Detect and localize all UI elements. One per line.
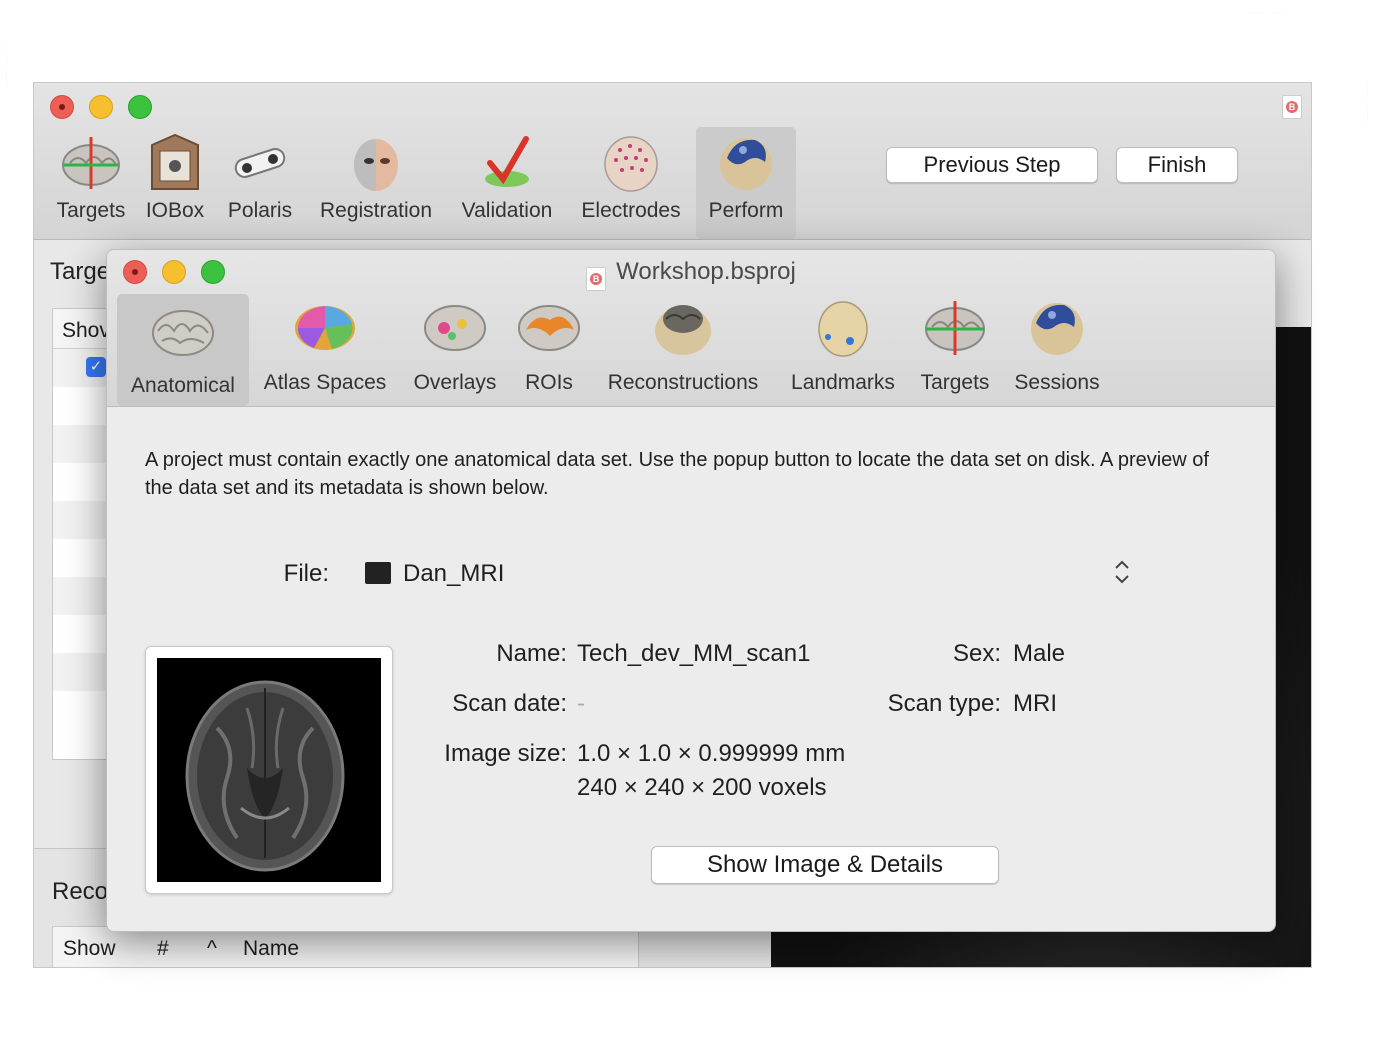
targets-brain-icon	[60, 131, 122, 195]
window-title-text: Workshop.bsproj	[616, 258, 796, 285]
back-toolbar: B Targets IOBox Polaris Registration Val…	[34, 83, 1311, 240]
tab-targets-label: Targets	[920, 371, 990, 394]
document-proxy-icon: B	[1282, 95, 1302, 119]
toolbar-iobox[interactable]: IOBox	[140, 131, 210, 223]
zoom-window-button[interactable]	[128, 95, 152, 119]
document-icon: B	[586, 267, 607, 291]
toolbar-registration-label: Registration	[319, 199, 433, 222]
dataset-file-icon	[365, 562, 391, 584]
anatomical-description: A project must contain exactly one anato…	[145, 449, 1209, 499]
tab-overlays[interactable]: Overlays	[405, 295, 505, 395]
project-toolbar: B Workshop.bsproj Anatomical Atlas Spaces…	[107, 250, 1275, 407]
image-size-value: 1.0 × 1.0 × 0.999999 mm	[577, 740, 846, 767]
toolbar-perform[interactable]: Perform	[696, 127, 796, 239]
name-value: Tech_dev_MM_scan1	[577, 640, 811, 667]
toolbar-registration[interactable]: Registration	[312, 131, 440, 223]
toolbar-polaris[interactable]: Polaris	[220, 131, 300, 223]
popup-chevron-icon	[1111, 556, 1133, 588]
recordings-section-label: Reco	[52, 878, 109, 905]
finish-button[interactable]: Finish	[1116, 147, 1238, 183]
image-size-label: Image size:	[444, 740, 567, 767]
previous-step-button[interactable]: Previous Step	[886, 147, 1098, 183]
show-column-header[interactable]: Show	[63, 937, 116, 961]
file-popup-button[interactable]: Dan_MRI	[363, 550, 1133, 596]
file-popup-value: Dan_MRI	[403, 560, 505, 587]
toolbar-targets[interactable]: Targets	[52, 131, 130, 223]
tab-anatomical-label: Anatomical	[131, 374, 235, 397]
tab-anatomical[interactable]: Anatomical	[117, 294, 249, 406]
sessions-head-icon	[1024, 295, 1090, 361]
toolbar-polaris-label: Polaris	[227, 199, 293, 222]
scan-type-value: MRI	[1013, 690, 1057, 717]
show-image-details-button[interactable]: Show Image & Details	[651, 846, 999, 884]
tab-rois-label: ROIs	[525, 371, 573, 394]
overlays-brain-icon	[422, 295, 488, 361]
scan-date-label: Scan date:	[452, 690, 567, 717]
toolbar-perform-label: Perform	[708, 199, 784, 222]
minimize-window-button[interactable]	[89, 95, 113, 119]
window-title: B Workshop.bsproj	[107, 258, 1275, 291]
tab-atlas-spaces[interactable]: Atlas Spaces	[257, 295, 393, 395]
anatomical-brain-icon	[150, 300, 216, 366]
electrodes-head-icon	[600, 131, 662, 195]
tab-targets[interactable]: Targets	[913, 295, 997, 395]
scan-type-label: Scan type:	[887, 690, 1001, 717]
sort-ascending-icon[interactable]: ^	[207, 937, 217, 961]
mri-slice-image	[157, 658, 381, 882]
name-label: Name:	[496, 640, 567, 667]
tab-rois[interactable]: ROIs	[515, 295, 583, 395]
polaris-camera-icon	[229, 131, 291, 195]
sex-label: Sex:	[952, 640, 1001, 667]
file-label: File:	[283, 560, 329, 587]
project-window: B Workshop.bsproj Anatomical Atlas Spaces…	[106, 249, 1276, 932]
atlas-brain-icon	[292, 295, 358, 361]
tab-overlays-label: Overlays	[413, 371, 497, 394]
sex-value: Male	[1013, 640, 1066, 667]
rois-brain-icon	[516, 295, 582, 361]
toolbar-iobox-label: IOBox	[145, 199, 205, 222]
toolbar-targets-label: Targets	[56, 199, 126, 222]
tab-sessions-label: Sessions	[1014, 371, 1100, 394]
targets-section-label: Targe	[50, 258, 111, 285]
registration-face-icon	[345, 131, 407, 195]
toolbar-electrodes[interactable]: Electrodes	[574, 131, 688, 223]
targets-brain-icon	[922, 295, 988, 361]
tab-sessions[interactable]: Sessions	[1009, 295, 1105, 395]
name-column-header[interactable]: Name	[243, 937, 299, 961]
tab-atlas-spaces-label: Atlas Spaces	[263, 371, 387, 394]
perform-head-icon	[715, 131, 777, 195]
iobox-icon	[144, 131, 206, 195]
back-window-controls	[50, 95, 152, 119]
tab-reconstructions[interactable]: Reconstructions	[597, 295, 769, 395]
voxel-count-value: 240 × 240 × 200 voxels	[577, 774, 827, 801]
toolbar-validation-label: Validation	[461, 199, 553, 222]
close-window-button[interactable]	[50, 95, 74, 119]
toolbar-validation[interactable]: Validation	[454, 131, 560, 223]
number-column-header[interactable]: #	[157, 937, 169, 961]
landmarks-head-icon	[810, 295, 876, 361]
tab-landmarks[interactable]: Landmarks	[785, 295, 901, 395]
tab-reconstructions-label: Reconstructions	[607, 371, 759, 394]
scan-date-value: -	[577, 690, 585, 717]
show-checkbox[interactable]: ✓	[86, 357, 106, 377]
recordings-table-header: Show # ^ Name	[52, 926, 639, 967]
tab-landmarks-label: Landmarks	[791, 371, 895, 394]
validation-check-icon	[476, 131, 538, 195]
anatomical-preview[interactable]	[145, 646, 393, 894]
reconstructions-head-icon	[650, 295, 716, 361]
toolbar-electrodes-label: Electrodes	[581, 199, 681, 222]
